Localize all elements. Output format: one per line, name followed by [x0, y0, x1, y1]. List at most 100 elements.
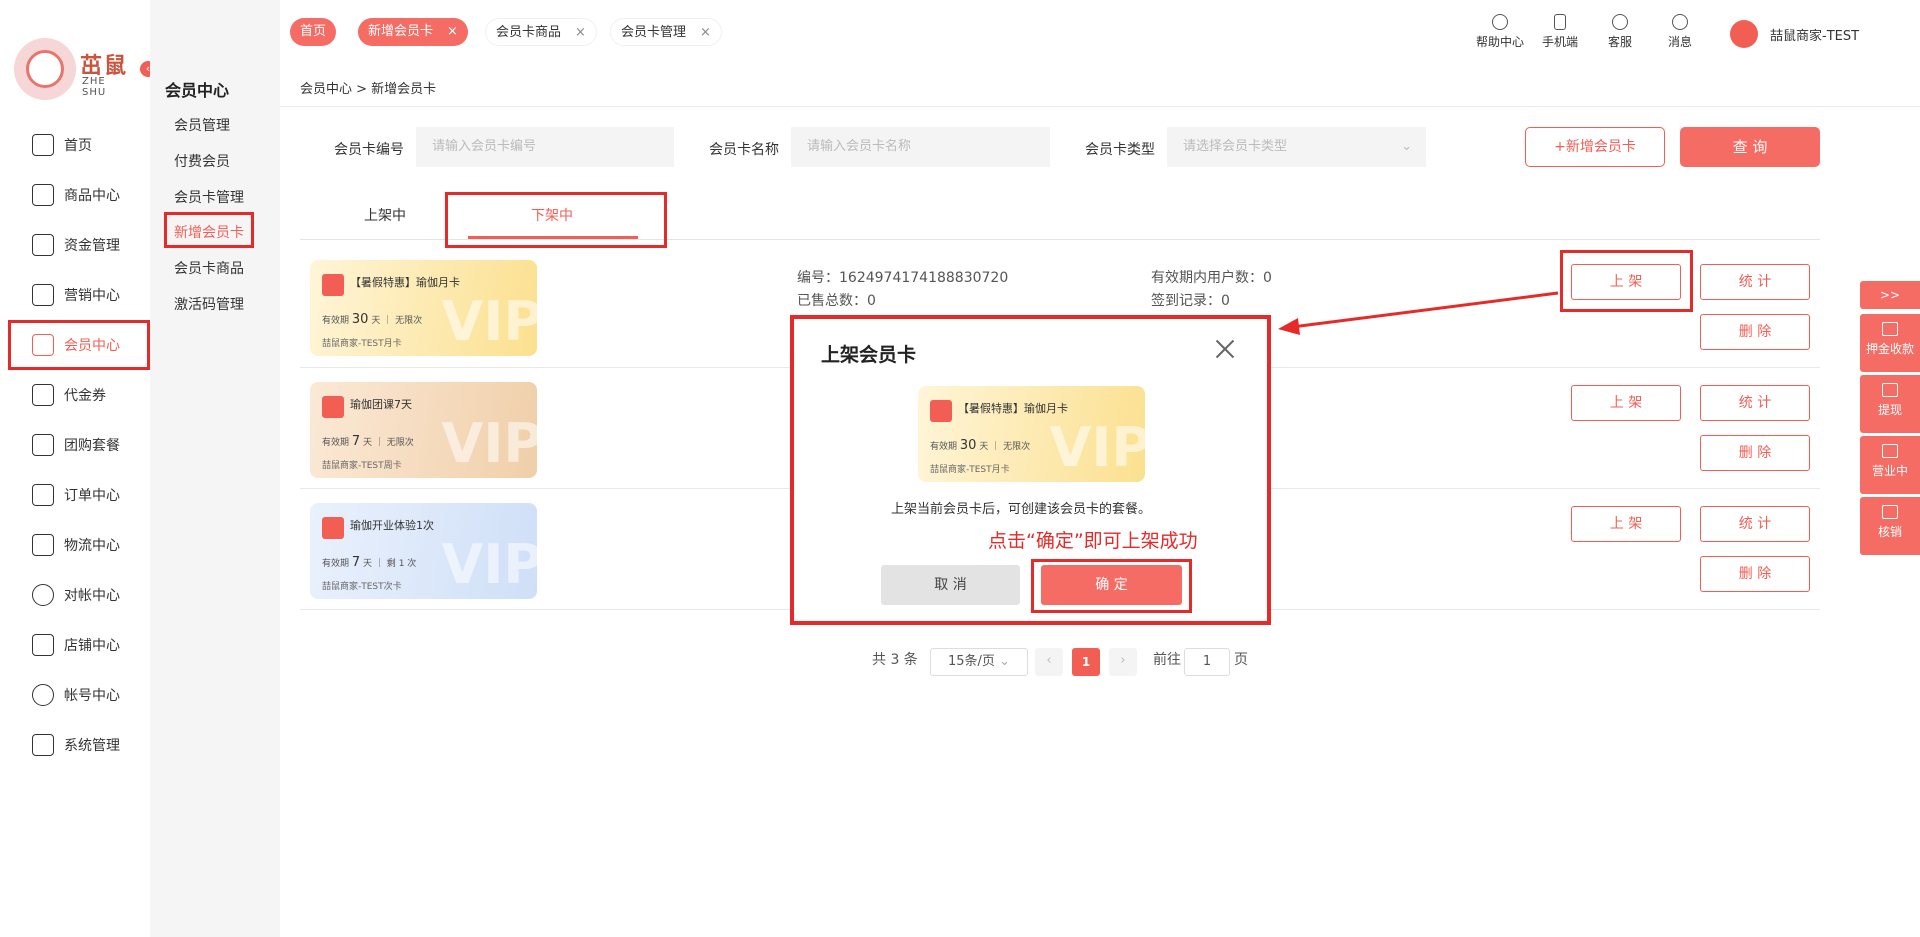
card-code-input[interactable]: 请输入会员卡编号	[416, 127, 674, 167]
tab-unlisted[interactable]: 下架中	[531, 205, 573, 225]
prev-page-button[interactable]: ‹	[1035, 648, 1063, 676]
customer-service-button[interactable]: 客服	[1590, 14, 1650, 50]
card-type-select[interactable]: 请选择会员卡类型 ⌄	[1167, 127, 1426, 167]
sidebar-item-orders[interactable]: 订单中心	[8, 470, 150, 520]
sidebar-item-vouchers[interactable]: 代金券	[8, 370, 150, 420]
card-title: 【暑假特惠】瑜伽月卡	[350, 276, 460, 289]
subnav-item-card-products[interactable]: 会员卡商品	[174, 258, 244, 278]
coupon-icon	[32, 384, 54, 406]
close-icon[interactable]	[1213, 337, 1237, 361]
brand-logo[interactable]: 茁鼠 ZHE SHU	[14, 38, 134, 102]
sidebar-item-label: 资金管理	[64, 238, 120, 254]
subnav-item-paid-members[interactable]: 付费会员	[174, 151, 230, 171]
brand-badge-icon	[322, 274, 344, 296]
list-button[interactable]: 上 架	[1571, 385, 1681, 421]
stats-button[interactable]: 统 计	[1700, 264, 1810, 300]
tool-label: 手机端	[1541, 35, 1578, 49]
shop-open-icon	[1882, 444, 1898, 458]
cart-icon	[32, 184, 54, 206]
query-button[interactable]: 查 询	[1680, 127, 1820, 167]
card-name-input[interactable]: 请输入会员卡名称	[791, 127, 1050, 167]
help-icon	[1492, 14, 1508, 30]
card-validity: 有效期 7 天 ｜ 无限次	[322, 434, 414, 449]
close-icon[interactable]: ×	[575, 25, 586, 40]
sidebar-item-store[interactable]: 店铺中心	[8, 620, 150, 670]
card-validity: 有效期 7 天 ｜ 剩 1 次	[322, 555, 417, 570]
sidebar-item-label: 帐号中心	[64, 688, 120, 704]
member-card-image: 瑜伽开业体验1次 有效期 7 天 ｜ 剩 1 次 喆鼠商家-TEST次卡 VIP	[310, 503, 537, 599]
card-code: 编号：1624974174188830720	[797, 270, 1009, 286]
tab-card-products[interactable]: 会员卡商品 ×	[485, 18, 597, 46]
sidebar-item-home[interactable]: 首页	[8, 120, 150, 170]
add-card-button[interactable]: +新增会员卡	[1525, 127, 1665, 167]
tab-active-indicator	[468, 236, 638, 239]
help-center-button[interactable]: 帮助中心	[1470, 14, 1530, 50]
business-status-button[interactable]: 营业中	[1860, 436, 1920, 494]
tab-new-card[interactable]: 新增会员卡 ×	[358, 18, 468, 46]
annotation-hint: 点击“确定”即可上架成功	[988, 530, 1198, 552]
vip-watermark: VIP	[441, 290, 537, 353]
delete-button[interactable]: 删 除	[1700, 556, 1810, 592]
sidebar-item-account[interactable]: 帐号中心	[8, 670, 150, 720]
list-button[interactable]: 上 架	[1571, 264, 1681, 300]
card-footer: 喆鼠商家-TEST次卡	[322, 582, 402, 592]
avatar[interactable]	[1730, 20, 1758, 48]
current-page[interactable]: 1	[1072, 648, 1100, 676]
store-icon	[32, 634, 54, 656]
tab-label: 新增会员卡	[368, 24, 434, 39]
subnav-item-new-card[interactable]: 新增会员卡	[174, 222, 244, 242]
tab-home[interactable]: 首页	[290, 18, 337, 46]
close-icon[interactable]: ×	[700, 25, 711, 40]
tab-label: 会员卡商品	[496, 25, 562, 40]
verify-button[interactable]: 核销	[1860, 497, 1920, 555]
sidebar-item-label: 会员中心	[64, 338, 120, 354]
sidebar-item-system[interactable]: 系统管理	[8, 720, 150, 770]
sidebar-item-funds[interactable]: 资金管理	[8, 220, 150, 270]
delete-button[interactable]: 删 除	[1700, 314, 1810, 350]
delete-button[interactable]: 删 除	[1700, 435, 1810, 471]
tab-card-manage[interactable]: 会员卡管理 ×	[610, 18, 722, 46]
next-page-button[interactable]: ›	[1109, 648, 1137, 676]
deposit-collect-button[interactable]: 押金收款	[1860, 314, 1920, 372]
sidebar-item-products[interactable]: 商品中心	[8, 170, 150, 220]
tab-listed[interactable]: 上架中	[364, 205, 406, 225]
mobile-button[interactable]: 手机端	[1530, 14, 1590, 50]
expand-panel-button[interactable]: >>	[1860, 281, 1920, 309]
box-icon	[32, 534, 54, 556]
sidebar-item-members[interactable]: 会员中心	[8, 320, 150, 370]
vip-watermark: VIP	[441, 412, 537, 475]
sidebar-item-group-buy[interactable]: 团购套餐	[8, 420, 150, 470]
subnav-item-activation-codes[interactable]: 激活码管理	[174, 294, 244, 314]
sidebar-item-label: 商品中心	[64, 188, 120, 204]
card-code-label: 会员卡编号	[334, 142, 404, 158]
list-button[interactable]: 上 架	[1571, 506, 1681, 542]
messages-button[interactable]: 消息	[1650, 14, 1710, 50]
user-name[interactable]: 喆鼠商家-TEST	[1770, 25, 1859, 44]
card-checkins: 签到记录：0	[1151, 293, 1230, 309]
subnav-item-member-manage[interactable]: 会员管理	[174, 115, 230, 135]
stats-button[interactable]: 统 计	[1700, 506, 1810, 542]
page-size-select[interactable]: 15条/页 ⌄	[930, 648, 1028, 676]
goto-page-input[interactable]: 1	[1184, 648, 1230, 676]
sidebar-item-reconciliation[interactable]: 对帐中心	[8, 570, 150, 620]
card-type-label: 会员卡类型	[1085, 142, 1155, 158]
float-label: 提现	[1877, 403, 1902, 417]
sidebar-item-logistics[interactable]: 物流中心	[8, 520, 150, 570]
subnav-item-card-manage[interactable]: 会员卡管理	[174, 187, 244, 207]
confirm-button[interactable]: 确 定	[1041, 565, 1182, 605]
close-icon[interactable]: ×	[447, 24, 458, 39]
card-footer: 喆鼠商家-TEST周卡	[322, 461, 402, 471]
select-placeholder: 请选择会员卡类型	[1183, 139, 1288, 154]
annotation-arrow	[1278, 291, 1559, 335]
card-validity: 有效期 30 天 ｜ 无限次	[930, 438, 1031, 453]
layers-icon	[32, 234, 54, 256]
card-title: 瑜伽团课7天	[350, 398, 412, 411]
stats-button[interactable]: 统 计	[1700, 385, 1810, 421]
withdraw-button[interactable]: 提现	[1860, 375, 1920, 433]
card-footer: 喆鼠商家-TEST月卡	[930, 465, 1010, 475]
cancel-button[interactable]: 取 消	[881, 565, 1020, 605]
sidebar-item-marketing[interactable]: 营销中心	[8, 270, 150, 320]
breadcrumb: 会员中心 > 新增会员卡	[300, 82, 437, 97]
brand-badge-icon	[322, 396, 344, 418]
sidebar-item-label: 订单中心	[64, 488, 120, 504]
